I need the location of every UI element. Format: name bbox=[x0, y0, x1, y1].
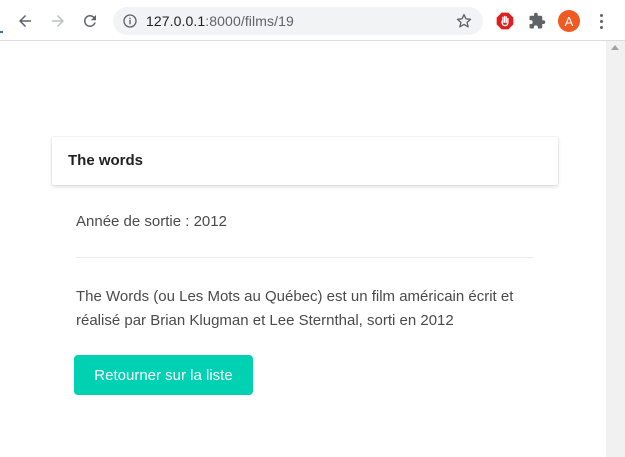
url-path: :8000/films/19 bbox=[205, 13, 294, 29]
url-text: 127.0.0.1:8000/films/19 bbox=[146, 13, 294, 29]
scroll-up-arrow-icon[interactable] bbox=[611, 45, 619, 50]
divider bbox=[76, 257, 534, 258]
address-bar[interactable]: 127.0.0.1:8000/films/19 bbox=[113, 7, 483, 35]
reload-icon[interactable] bbox=[77, 8, 103, 34]
bookmark-star-icon[interactable] bbox=[455, 12, 473, 30]
browser-toolbar: 127.0.0.1:8000/films/19 A bbox=[0, 0, 625, 41]
extensions-puzzle-icon[interactable] bbox=[526, 10, 548, 32]
release-year: Année de sortie : 2012 bbox=[76, 213, 227, 230]
film-title: The words bbox=[68, 152, 144, 169]
forward-icon[interactable] bbox=[45, 8, 71, 34]
browser-menu-icon[interactable] bbox=[593, 10, 609, 32]
back-icon[interactable] bbox=[12, 8, 38, 34]
back-to-list-button[interactable]: Retourner sur la liste bbox=[74, 355, 253, 395]
profile-avatar[interactable]: A bbox=[558, 10, 580, 32]
film-card-header: The words bbox=[52, 137, 558, 185]
url-host: 127.0.0.1 bbox=[146, 13, 206, 29]
film-description: The Words (ou Les Mots au Québec) est un… bbox=[76, 288, 514, 329]
page-scrollbar[interactable] bbox=[606, 41, 625, 457]
adblock-extension-icon[interactable] bbox=[494, 10, 516, 32]
info-icon[interactable] bbox=[122, 13, 138, 29]
page-viewport: The words Année de sortie : 2012 The Wor… bbox=[0, 41, 606, 457]
